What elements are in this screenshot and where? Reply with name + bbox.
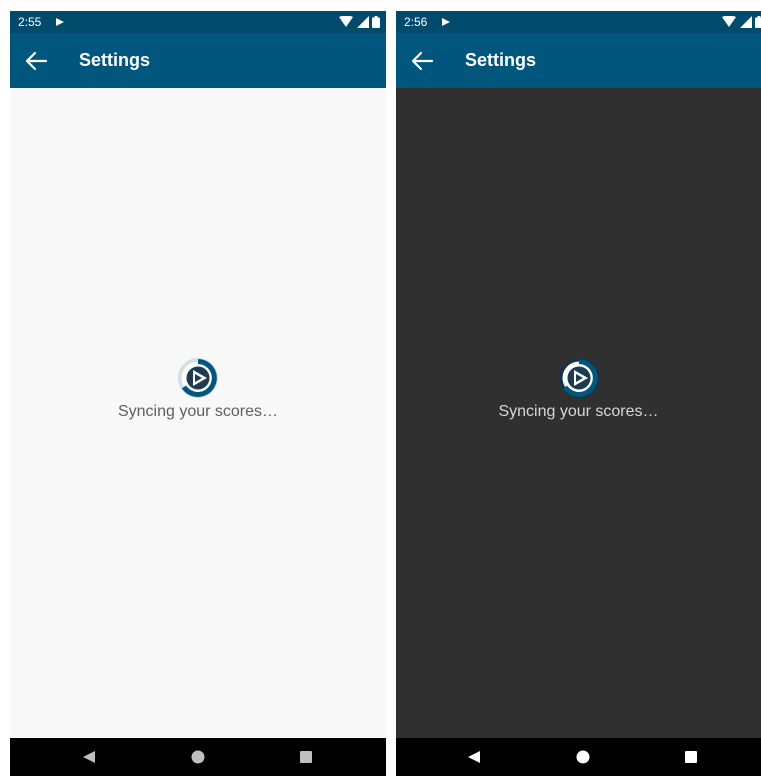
status-bar: 2:56 <box>396 11 761 33</box>
play-store-icon <box>442 18 450 26</box>
app-logo-play-icon <box>558 358 599 398</box>
signal-icon <box>739 16 752 28</box>
loading-content: Syncing your scores… <box>10 88 386 738</box>
play-store-icon <box>56 18 64 26</box>
signal-icon <box>356 16 369 28</box>
app-logo-play-icon <box>178 358 218 398</box>
battery-icon <box>755 16 761 28</box>
wifi-icon <box>339 16 354 27</box>
status-time: 2:55 <box>18 15 42 29</box>
wifi-icon <box>722 16 737 27</box>
arrow-left-icon[interactable] <box>24 50 48 72</box>
arrow-left-icon[interactable] <box>410 50 434 72</box>
navigation-bar <box>396 738 761 776</box>
nav-back-icon[interactable] <box>467 750 481 764</box>
loading-text: Syncing your scores… <box>117 403 279 420</box>
system-icons <box>722 16 761 28</box>
loading-text: Syncing your scores… <box>498 403 659 420</box>
loading-content: Syncing your scores… <box>396 88 761 738</box>
status-bar: 2:55 <box>10 11 386 33</box>
nav-recents-icon[interactable] <box>299 750 313 764</box>
navigation-bar <box>10 738 386 776</box>
battery-icon <box>372 16 380 28</box>
app-bar: Settings <box>10 33 386 88</box>
nav-back-icon[interactable] <box>82 750 96 764</box>
nav-home-icon[interactable] <box>191 750 205 764</box>
phone-screen-light: 2:55 Settings Syncing your scores… <box>10 11 386 776</box>
phone-screen-dark: 2:56 Settings Syncing your scores… <box>396 11 761 776</box>
nav-home-icon[interactable] <box>576 750 590 764</box>
app-bar-title: Settings <box>79 50 151 70</box>
status-time: 2:56 <box>404 15 428 29</box>
system-icons <box>339 16 380 28</box>
nav-recents-icon[interactable] <box>684 750 698 764</box>
app-bar-title: Settings <box>465 50 537 70</box>
app-bar: Settings <box>396 33 761 88</box>
